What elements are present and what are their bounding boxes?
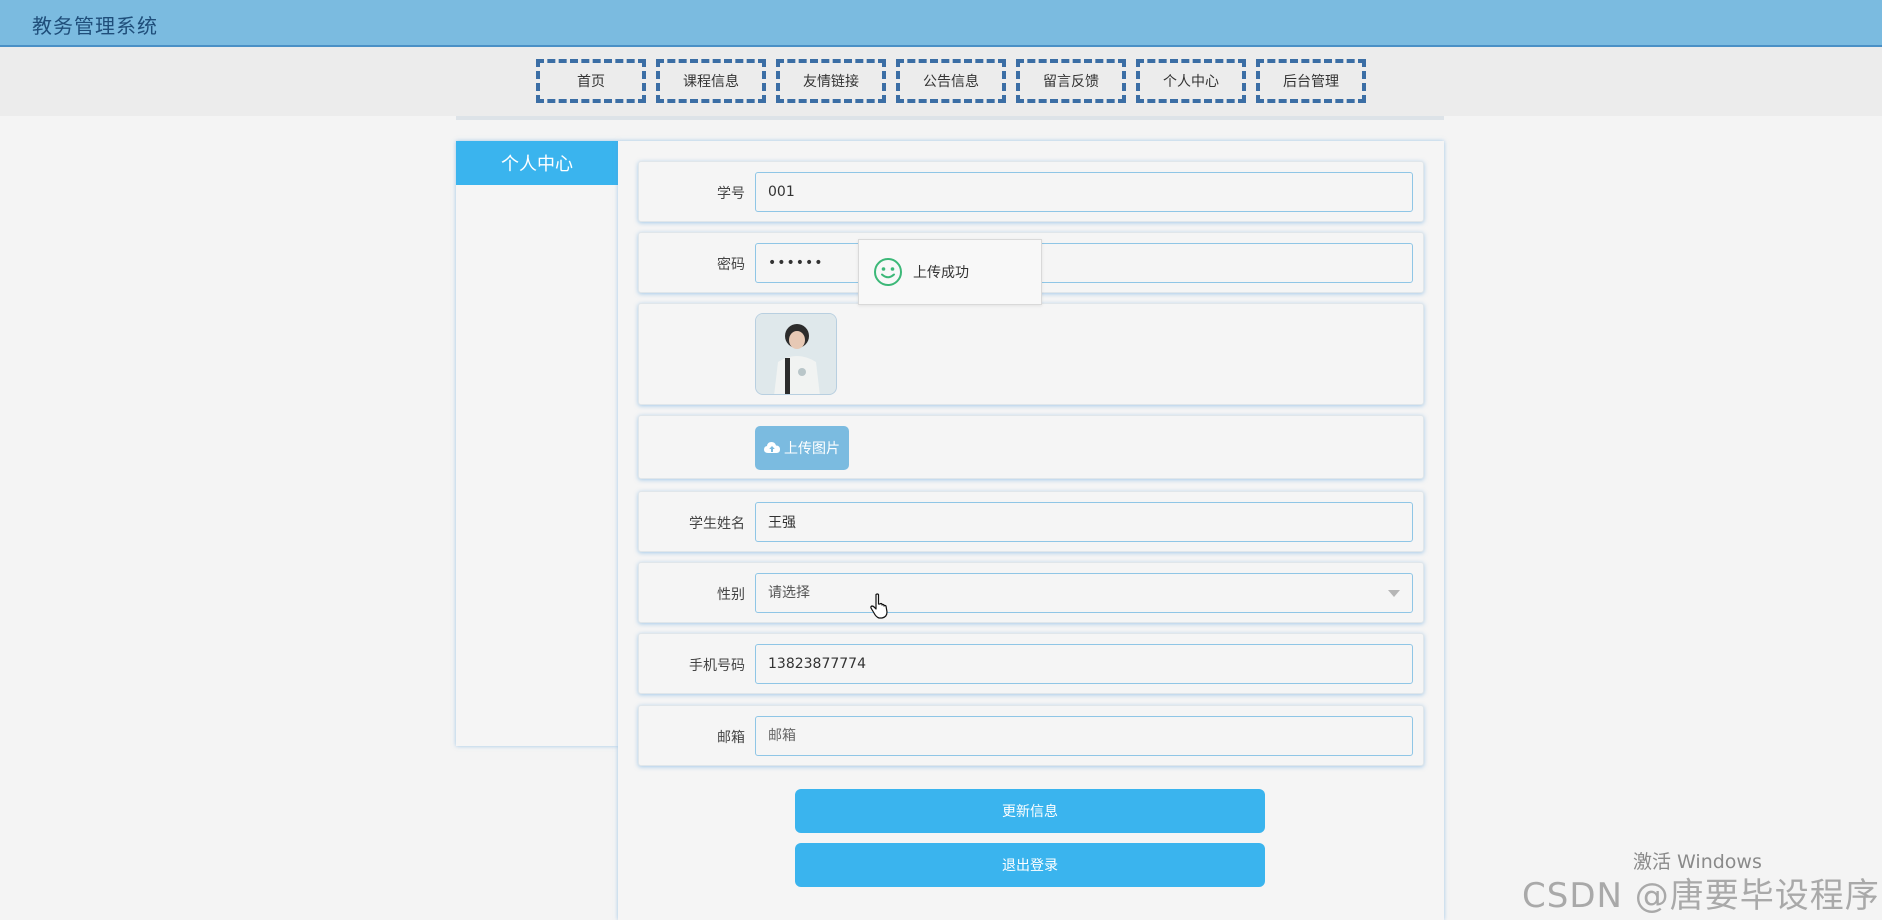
form-row-student-name: 学生姓名 (638, 491, 1424, 552)
logout-button[interactable]: 退出登录 (795, 843, 1265, 887)
toast-notification: 上传成功 (858, 239, 1042, 305)
nav-item-links[interactable]: 友情链接 (776, 59, 886, 103)
email-label: 邮箱 (717, 730, 745, 746)
form-row-gender: 性别 请选择 (638, 562, 1424, 623)
nav-item-home[interactable]: 首页 (536, 59, 646, 103)
gender-select-placeholder: 请选择 (768, 585, 810, 601)
nav-item-admin[interactable]: 后台管理 (1256, 59, 1366, 103)
gender-label: 性别 (717, 587, 745, 603)
form-row-email: 邮箱 (638, 705, 1424, 766)
email-input[interactable] (755, 716, 1413, 756)
password-label: 密码 (717, 257, 745, 273)
smile-success-icon (874, 258, 902, 286)
nav-item-courses[interactable]: 课程信息 (656, 59, 766, 103)
avatar-image (755, 313, 837, 395)
update-info-button[interactable]: 更新信息 (795, 789, 1265, 833)
top-bar: 教务管理系统 (0, 0, 1882, 47)
phone-input[interactable] (755, 644, 1413, 684)
student-id-label: 学号 (717, 186, 745, 202)
nav-item-profile[interactable]: 个人中心 (1136, 59, 1246, 103)
student-id-input[interactable] (755, 172, 1413, 212)
form-row-phone: 手机号码 (638, 633, 1424, 694)
csdn-watermark: CSDN @唐要毕设程序 (1522, 876, 1880, 916)
upload-image-button[interactable]: 上传图片 (755, 426, 849, 470)
app-title: 教务管理系统 (32, 14, 158, 38)
toast-message: 上传成功 (913, 265, 969, 281)
main-nav: 首页 课程信息 友情链接 公告信息 留言反馈 个人中心 后台管理 (536, 59, 1366, 103)
sidebar-header[interactable]: 个人中心 (456, 141, 618, 185)
sidebar: 个人中心 (456, 141, 618, 746)
chevron-down-icon (1388, 590, 1400, 597)
upload-image-label: 上传图片 (784, 441, 840, 457)
form-row-avatar (638, 303, 1424, 405)
form-row-student-id: 学号 (638, 161, 1424, 222)
gender-select[interactable]: 请选择 (755, 573, 1413, 613)
student-name-label: 学生姓名 (689, 516, 745, 532)
hand-cursor-icon (870, 593, 888, 619)
form-row-upload: 上传图片 (638, 415, 1424, 479)
nav-divider (456, 116, 1444, 120)
avatar-person-icon (756, 314, 836, 394)
nav-item-feedback[interactable]: 留言反馈 (1016, 59, 1126, 103)
password-input[interactable]: •••••• (755, 243, 1413, 283)
nav-item-announcements[interactable]: 公告信息 (896, 59, 1006, 103)
phone-label: 手机号码 (689, 658, 745, 674)
nav-band: 首页 课程信息 友情链接 公告信息 留言反馈 个人中心 后台管理 (0, 47, 1882, 116)
student-name-input[interactable] (755, 502, 1413, 542)
cloud-upload-icon (764, 442, 780, 453)
